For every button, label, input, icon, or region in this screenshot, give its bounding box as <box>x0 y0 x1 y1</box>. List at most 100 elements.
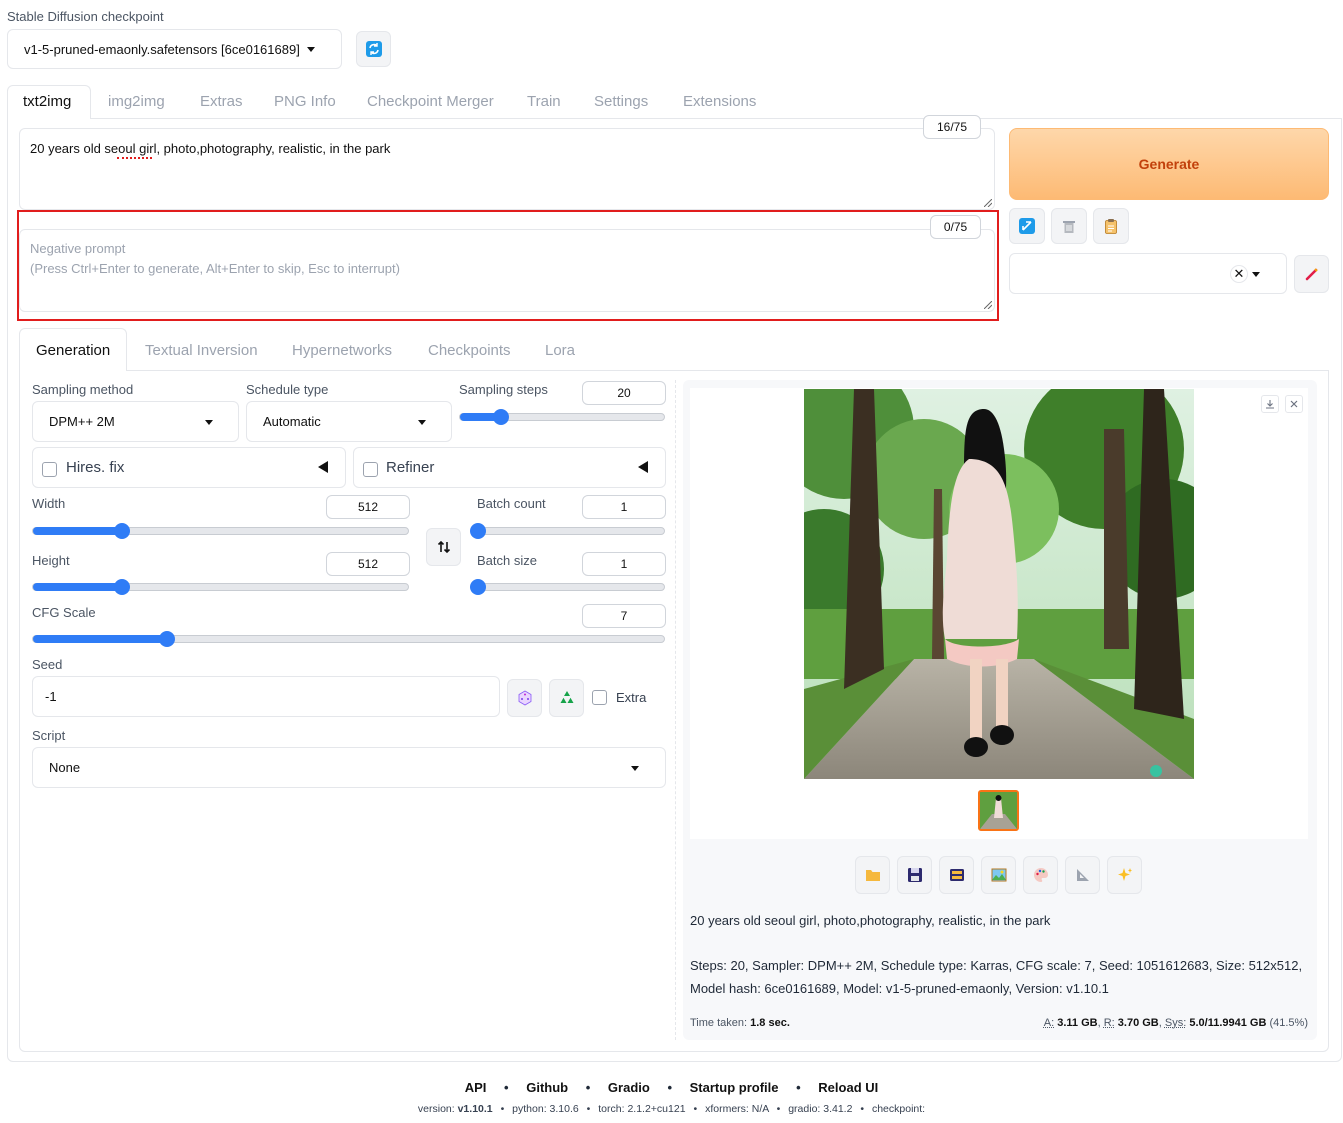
clear-prompt-button[interactable] <box>1051 208 1087 244</box>
spellcheck-underline <box>117 157 152 159</box>
checkpoint-select[interactable]: v1-5-pruned-emaonly.safetensors [6ce0161… <box>7 29 342 69</box>
footer-link-api[interactable]: API <box>465 1080 487 1095</box>
extra-seed-label: Extra <box>616 690 647 705</box>
tab-txt2img[interactable]: txt2img <box>23 93 71 110</box>
tab-png-info[interactable]: PNG Info <box>274 93 336 110</box>
generate-button[interactable]: Generate <box>1009 128 1329 200</box>
footer-link-reload-ui[interactable]: Reload UI <box>818 1080 878 1095</box>
width-slider[interactable] <box>32 523 409 539</box>
tab-generation[interactable]: Generation <box>36 342 110 359</box>
height-input[interactable]: 512 <box>326 552 410 576</box>
generated-image[interactable] <box>804 389 1194 779</box>
clear-selection-icon[interactable]: ✕ <box>1230 265 1248 283</box>
sparkle-icon <box>1117 868 1132 881</box>
tab-extras[interactable]: Extras <box>200 93 243 110</box>
apply-styles-button[interactable] <box>1093 208 1129 244</box>
send-to-inpaint-button[interactable] <box>1023 856 1058 894</box>
mem-sys-label: Sys: <box>1164 1017 1187 1029</box>
save-button[interactable] <box>897 856 932 894</box>
seed-input[interactable]: -1 <box>32 676 500 717</box>
hires-fix-checkbox[interactable] <box>42 462 57 477</box>
output-prompt-text: 20 years old seoul girl, photo,photograp… <box>690 913 1051 928</box>
sampling-method-select[interactable]: DPM++ 2M <box>32 401 239 442</box>
tab-settings[interactable]: Settings <box>594 93 648 110</box>
refiner-accordion[interactable]: Refiner <box>353 447 666 488</box>
tab-hypernetworks[interactable]: Hypernetworks <box>292 342 392 359</box>
refresh-checkpoint-button[interactable] <box>356 31 391 67</box>
tab-textual-inversion[interactable]: Textual Inversion <box>145 342 258 359</box>
output-params-line2: Model hash: 6ce0161689, Model: v1-5-prun… <box>690 981 1109 996</box>
refresh-icon <box>365 41 382 57</box>
close-image-button[interactable] <box>1285 395 1303 413</box>
gallery-thumbnail[interactable] <box>978 790 1019 831</box>
dice-icon <box>518 690 531 706</box>
cfg-scale-input[interactable]: 7 <box>582 604 666 628</box>
schedule-type-label: Schedule type <box>246 382 329 397</box>
batch-count-slider[interactable] <box>470 523 665 539</box>
vram-usage: A: 3.11 GB, R: 3.70 GB, Sys: 5.0/11.9941… <box>1043 1017 1308 1029</box>
sampling-steps-slider[interactable] <box>459 409 665 425</box>
sampling-method-label: Sampling method <box>32 382 134 397</box>
prompt-textarea[interactable]: 20 years old seoul girl, photo,photograp… <box>19 128 995 210</box>
tab-train[interactable]: Train <box>527 93 561 110</box>
width-input[interactable]: 512 <box>326 495 410 519</box>
collapse-triangle-icon[interactable] <box>638 461 648 473</box>
tab-lora[interactable]: Lora <box>545 342 575 359</box>
swap-dimensions-button[interactable] <box>426 528 461 566</box>
output-params-line1: Steps: 20, Sampler: DPM++ 2M, Schedule t… <box>690 958 1303 973</box>
mem-r-label: R: <box>1103 1017 1115 1029</box>
slider-handle[interactable] <box>470 523 486 539</box>
read-params-button[interactable] <box>1009 208 1045 244</box>
upscale-button[interactable] <box>1107 856 1142 894</box>
resize-handle-icon[interactable] <box>984 199 992 207</box>
footer-link-startup-profile[interactable]: Startup profile <box>690 1080 779 1095</box>
extra-seed-checkbox[interactable] <box>592 690 607 705</box>
random-seed-button[interactable] <box>507 679 542 717</box>
script-label: Script <box>32 728 66 743</box>
slider-handle[interactable] <box>113 523 130 539</box>
refiner-checkbox[interactable] <box>363 462 378 477</box>
tab-img2img[interactable]: img2img <box>108 93 165 110</box>
batch-count-input[interactable]: 1 <box>582 495 666 519</box>
swap-icon <box>437 540 450 554</box>
schedule-type-select[interactable]: Automatic <box>246 401 452 442</box>
send-to-img2img-button[interactable] <box>981 856 1016 894</box>
footer-link-github[interactable]: Github <box>526 1080 568 1095</box>
slider-handle[interactable] <box>492 409 509 425</box>
footer-link-gradio[interactable]: Gradio <box>608 1080 650 1095</box>
edit-styles-button[interactable] <box>1294 255 1329 293</box>
slider-handle[interactable] <box>470 579 486 595</box>
resize-handle-icon[interactable] <box>984 301 992 309</box>
chevron-down-icon <box>418 419 426 425</box>
collapse-triangle-icon[interactable] <box>318 461 328 473</box>
styles-select[interactable]: ✕ <box>1009 253 1287 294</box>
sampling-steps-input[interactable]: 20 <box>582 381 666 405</box>
zip-button[interactable] <box>939 856 974 894</box>
palette-icon <box>1033 868 1048 882</box>
reuse-seed-button[interactable] <box>549 679 584 717</box>
script-select[interactable]: None <box>32 747 666 788</box>
time-taken-value: 1.8 sec. <box>750 1017 790 1029</box>
batch-size-slider[interactable] <box>470 579 665 595</box>
send-to-extras-button[interactable] <box>1065 856 1100 894</box>
trash-icon <box>1063 221 1075 233</box>
hires-fix-accordion[interactable]: Hires. fix <box>32 447 346 488</box>
mem-a-value: 3.11 GB <box>1057 1017 1098 1029</box>
negative-prompt-textarea[interactable]: Negative prompt (Press Ctrl+Enter to gen… <box>19 229 995 312</box>
close-icon <box>1290 400 1298 408</box>
negative-prompt-hint: (Press Ctrl+Enter to generate, Alt+Enter… <box>30 261 400 276</box>
hires-fix-label: Hires. fix <box>66 459 125 476</box>
generate-label: Generate <box>1138 156 1200 172</box>
tab-checkpoint-merger[interactable]: Checkpoint Merger <box>367 93 494 110</box>
download-image-button[interactable] <box>1261 395 1279 413</box>
checkpoint-value: v1-5-pruned-emaonly.safetensors [6ce0161… <box>24 41 300 57</box>
slider-handle[interactable] <box>113 579 130 595</box>
tab-checkpoints[interactable]: Checkpoints <box>428 342 511 359</box>
height-slider[interactable] <box>32 579 409 595</box>
column-divider <box>675 380 676 1040</box>
cfg-scale-slider[interactable] <box>32 631 665 647</box>
tab-extensions[interactable]: Extensions <box>683 93 756 110</box>
negative-prompt-token-counter: 0/75 <box>930 215 981 239</box>
open-folder-button[interactable] <box>855 856 890 894</box>
batch-size-input[interactable]: 1 <box>582 552 666 576</box>
